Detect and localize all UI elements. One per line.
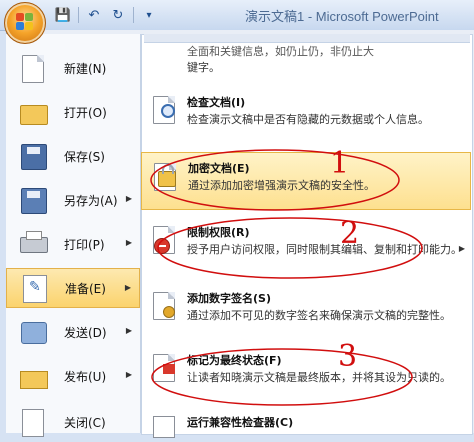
submenu-item-title: 标记为最终状态(F): [187, 354, 282, 367]
submenu-item-partial[interactable]: 全面和关键信息，如仍止仍，非仍止大 键字。: [141, 44, 471, 84]
publish-icon: [18, 361, 48, 391]
save-as-icon: [18, 185, 48, 215]
encrypt-lock-icon: [150, 161, 180, 191]
open-folder-icon: [18, 97, 48, 127]
submenu-item-restrict-permission[interactable]: 限制权限(R) 授予用户访问权限，同时限制其编辑、复制和打印能力。 ▶: [141, 218, 471, 280]
menu-item-send[interactable]: 发送(D) ▶: [6, 312, 140, 352]
compatibility-checker-icon: [149, 412, 179, 442]
submenu-item-digital-signature[interactable]: 添加数字签名(S) 通过添加不可见的数字签名来确保演示文稿的完整性。: [141, 284, 471, 344]
submenu-arrow-icon: ▶: [458, 244, 465, 253]
annotation-number-2: 2: [340, 216, 360, 251]
submenu-item-title: 限制权限(R): [187, 226, 250, 239]
new-document-icon: [18, 53, 48, 83]
partial-line-2: 键字。: [187, 61, 220, 74]
window-title: 演示文稿1 - Microsoft PowerPoint: [245, 9, 439, 24]
submenu-arrow-icon: ▶: [124, 283, 131, 292]
submenu-item-title: 加密文档(E): [188, 162, 250, 175]
office-logo-icon: [16, 13, 34, 31]
undo-icon[interactable]: ↶: [85, 6, 103, 24]
submenu-item-description: 通过添加加密增强演示文稿的安全性。: [188, 179, 375, 192]
title-bar: 💾 ↶ ↻ ▾ 演示文稿1 - Microsoft PowerPoint: [0, 0, 474, 44]
submenu-header: [144, 34, 470, 43]
submenu-item-compatibility-checker[interactable]: 运行兼容性检查器(C): [141, 408, 471, 438]
menu-item-prepare[interactable]: 准备(E) ▶: [6, 268, 140, 308]
menu-item-label: 发送(D): [64, 325, 107, 340]
menu-item-label: 新建(N): [64, 61, 107, 76]
submenu-item-description: 检查演示文稿中是否有隐藏的元数据或个人信息。: [187, 113, 429, 126]
menu-item-label: 保存(S): [64, 149, 105, 164]
menu-item-label: 打开(O): [64, 105, 107, 120]
quick-access-toolbar: 💾 ↶ ↻ ▾: [54, 5, 158, 25]
menu-item-label: 另存为(A): [64, 193, 118, 208]
digital-signature-icon: [149, 290, 179, 320]
inspect-document-icon: [149, 94, 179, 124]
customize-qat-icon[interactable]: ▾: [140, 6, 158, 24]
menu-item-label: 准备(E): [65, 281, 106, 296]
menu-item-label: 关闭(C): [64, 415, 106, 430]
restrict-permission-icon: [149, 224, 179, 254]
mark-final-icon: [149, 352, 179, 382]
office-menu-left-pane: 新建(N) 打开(O) 保存(S) 另存为(A) ▶ 打印(P) ▶ 准备(E)…: [6, 34, 141, 437]
qat-separator: [133, 7, 134, 23]
menu-item-open[interactable]: 打开(O): [6, 92, 140, 132]
submenu-item-description: 通过添加不可见的数字签名来确保演示文稿的完整性。: [187, 309, 451, 322]
save-disk-icon: [18, 141, 48, 171]
submenu-item-title: 运行兼容性检查器(C): [187, 416, 294, 429]
submenu-item-description: 让读者知晓演示文稿是最终版本，并将其设为只读的。: [187, 371, 451, 384]
submenu-arrow-icon: ▶: [125, 238, 132, 247]
annotation-number-1: 1: [330, 146, 350, 181]
menu-item-save-as[interactable]: 另存为(A) ▶: [6, 180, 140, 220]
send-icon: [18, 317, 48, 347]
office-button[interactable]: [4, 2, 46, 44]
submenu-item-title: 检查文档(I): [187, 96, 246, 109]
printer-icon: [18, 229, 48, 259]
redo-icon[interactable]: ↻: [109, 6, 127, 24]
submenu-item-description: 授予用户访问权限，同时限制其编辑、复制和打印能力。: [187, 243, 462, 256]
submenu-arrow-icon: ▶: [125, 194, 132, 203]
menu-item-label: 发布(U): [64, 369, 107, 384]
menu-item-label: 打印(P): [64, 237, 105, 252]
qat-separator: [78, 7, 79, 23]
save-icon[interactable]: 💾: [54, 6, 72, 24]
menu-item-save[interactable]: 保存(S): [6, 136, 140, 176]
submenu-item-mark-final[interactable]: 标记为最终状态(F) 让读者知晓演示文稿是最终版本，并将其设为只读的。: [141, 346, 471, 406]
menu-item-close[interactable]: 关闭(C): [6, 402, 140, 442]
submenu-arrow-icon: ▶: [125, 326, 132, 335]
menu-item-publish[interactable]: 发布(U) ▶: [6, 356, 140, 396]
prepare-icon: [19, 273, 49, 303]
menu-item-print[interactable]: 打印(P) ▶: [6, 224, 140, 264]
submenu-item-title: 添加数字签名(S): [187, 292, 271, 305]
submenu-item-inspect-document[interactable]: 检查文档(I) 检查演示文稿中是否有隐藏的元数据或个人信息。: [141, 88, 471, 144]
partial-line-1: 全面和关键信息，如仍止仍，非仍止大: [187, 45, 374, 58]
annotation-number-3: 3: [338, 339, 358, 374]
submenu-item-encrypt-document[interactable]: 加密文档(E) 通过添加加密增强演示文稿的安全性。: [141, 152, 471, 210]
submenu-arrow-icon: ▶: [125, 370, 132, 379]
menu-item-new[interactable]: 新建(N): [6, 48, 140, 88]
